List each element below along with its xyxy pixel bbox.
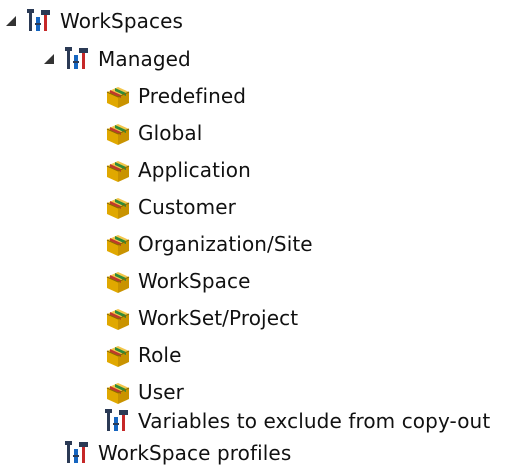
package-icon — [104, 192, 132, 222]
tree-node-managed[interactable]: Managed — [42, 42, 191, 76]
tree-item-workspace[interactable]: WorkSpace — [104, 264, 251, 298]
tree-item-label: WorkSet/Project — [138, 306, 299, 330]
tree-item-workset-project[interactable]: WorkSet/Project — [104, 301, 298, 335]
tree-node-label: Managed — [98, 47, 191, 71]
tree-item-label: Variables to exclude from copy-out — [138, 409, 491, 433]
tools-icon — [104, 406, 132, 436]
tree-item-label: Role — [138, 343, 182, 367]
tree-node-label: WorkSpace profiles — [98, 441, 292, 465]
tree-item-label: WorkSpace — [138, 269, 251, 293]
tree-item-predefined[interactable]: Predefined — [104, 79, 246, 113]
tree-item-label: Global — [138, 121, 203, 145]
package-icon — [104, 118, 132, 148]
package-icon — [104, 340, 132, 370]
package-icon — [104, 81, 132, 111]
package-icon — [104, 155, 132, 185]
package-icon — [104, 266, 132, 296]
tree-item-label: Customer — [138, 195, 236, 219]
tree-item-variables-exclude[interactable]: Variables to exclude from copy-out — [104, 404, 490, 438]
tools-icon — [64, 44, 92, 74]
tree-node-workspace-profiles[interactable]: WorkSpace profiles — [64, 436, 291, 470]
tree-item-customer[interactable]: Customer — [104, 190, 236, 224]
tree-node-workspaces[interactable]: WorkSpaces — [4, 4, 183, 38]
package-icon — [104, 229, 132, 259]
tree-item-label: Organization/Site — [138, 232, 313, 256]
expanded-arrow-icon[interactable] — [42, 52, 56, 66]
tree-item-global[interactable]: Global — [104, 116, 202, 150]
tree-item-label: Predefined — [138, 84, 247, 108]
expanded-arrow-icon[interactable] — [4, 14, 18, 28]
package-icon — [104, 377, 132, 407]
package-icon — [104, 303, 132, 333]
workspace-tree: WorkSpaces Managed Predefined Global App… — [0, 0, 525, 472]
tree-item-role[interactable]: Role — [104, 338, 182, 372]
tree-item-organization-site[interactable]: Organization/Site — [104, 227, 313, 261]
tools-icon — [64, 438, 92, 468]
tree-item-label: Application — [138, 158, 251, 182]
tools-icon — [26, 6, 54, 36]
tree-item-application[interactable]: Application — [104, 153, 251, 187]
tree-node-label: WorkSpaces — [60, 9, 184, 33]
